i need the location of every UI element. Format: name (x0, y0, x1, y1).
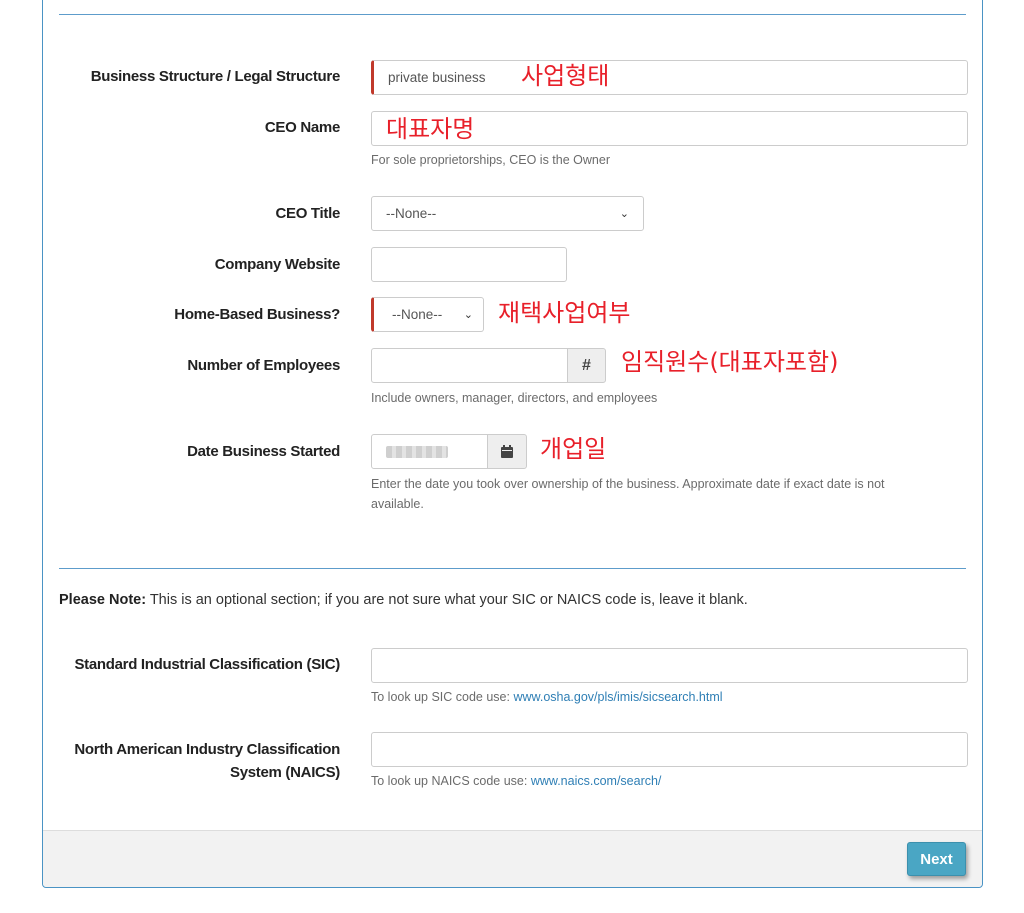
form-panel: Business Structure / Legal Structure pri… (42, 0, 983, 888)
sic-input[interactable] (371, 648, 968, 683)
optional-note: Please Note: This is an optional section… (59, 592, 748, 608)
ceo-name-label: CEO Name (264, 119, 340, 136)
form-footer: Next (43, 830, 982, 887)
sic-label: Standard Industrial Classification (SIC) (74, 656, 340, 673)
ceo-title-value: --None-- (386, 206, 437, 221)
naics-label-line2: System (NAICS) (230, 764, 340, 781)
ceo-title-select[interactable]: --None-- ⌄ (371, 196, 644, 231)
ceo-name-help: For sole proprietorships, CEO is the Own… (371, 153, 610, 167)
employees-help: Include owners, manager, directors, and … (371, 391, 658, 405)
date-started-annotation: 개업일 (540, 435, 607, 463)
chevron-down-icon: ⌄ (463, 309, 473, 321)
employees-input[interactable] (371, 348, 568, 383)
sic-help-text: To look up SIC code use: (371, 690, 514, 704)
middle-divider (59, 568, 966, 569)
chevron-down-icon: ⌄ (619, 208, 629, 220)
date-started-input[interactable] (371, 434, 488, 469)
home-based-select[interactable]: --None-- ⌄ (371, 297, 484, 332)
date-started-help-2: available. (371, 497, 424, 511)
redacted-date (386, 445, 448, 458)
employees-annotation: 임직원수(대표자포함) (621, 348, 839, 376)
ceo-name-annotation: 대표자명 (386, 115, 475, 143)
naics-link[interactable]: www.naics.com/search/ (531, 774, 662, 788)
sic-help: To look up SIC code use: www.osha.gov/pl… (371, 687, 723, 707)
note-prefix: Please Note: (59, 592, 147, 608)
date-started-label: Date Business Started (187, 443, 340, 460)
business-structure-label: Business Structure / Legal Structure (90, 68, 341, 85)
home-based-value: --None-- (392, 307, 443, 322)
business-structure-annotation: 사업형태 (521, 62, 610, 90)
home-based-annotation: 재택사업여부 (498, 299, 631, 327)
naics-help: To look up NAICS code use: www.naics.com… (371, 771, 661, 791)
home-based-label: Home-Based Business? (174, 306, 340, 323)
note-text: This is an optional section; if you are … (146, 592, 748, 608)
business-structure-field[interactable]: private business (371, 60, 968, 95)
calendar-icon[interactable] (487, 434, 527, 469)
employees-label: Number of Employees (187, 357, 340, 374)
top-divider (59, 14, 966, 15)
naics-help-text: To look up NAICS code use: (371, 774, 531, 788)
company-website-input[interactable] (371, 247, 567, 282)
company-website-label: Company Website (214, 256, 341, 273)
ceo-title-label: CEO Title (275, 205, 340, 222)
sic-link[interactable]: www.osha.gov/pls/imis/sicsearch.html (513, 690, 722, 704)
naics-input[interactable] (371, 732, 968, 767)
naics-label-line1: North American Industry Classification (74, 741, 340, 758)
hash-icon: # (567, 348, 606, 383)
date-started-help-1: Enter the date you took over ownership o… (371, 477, 885, 491)
next-button[interactable]: Next (907, 842, 966, 876)
business-structure-value: private business (388, 70, 486, 85)
